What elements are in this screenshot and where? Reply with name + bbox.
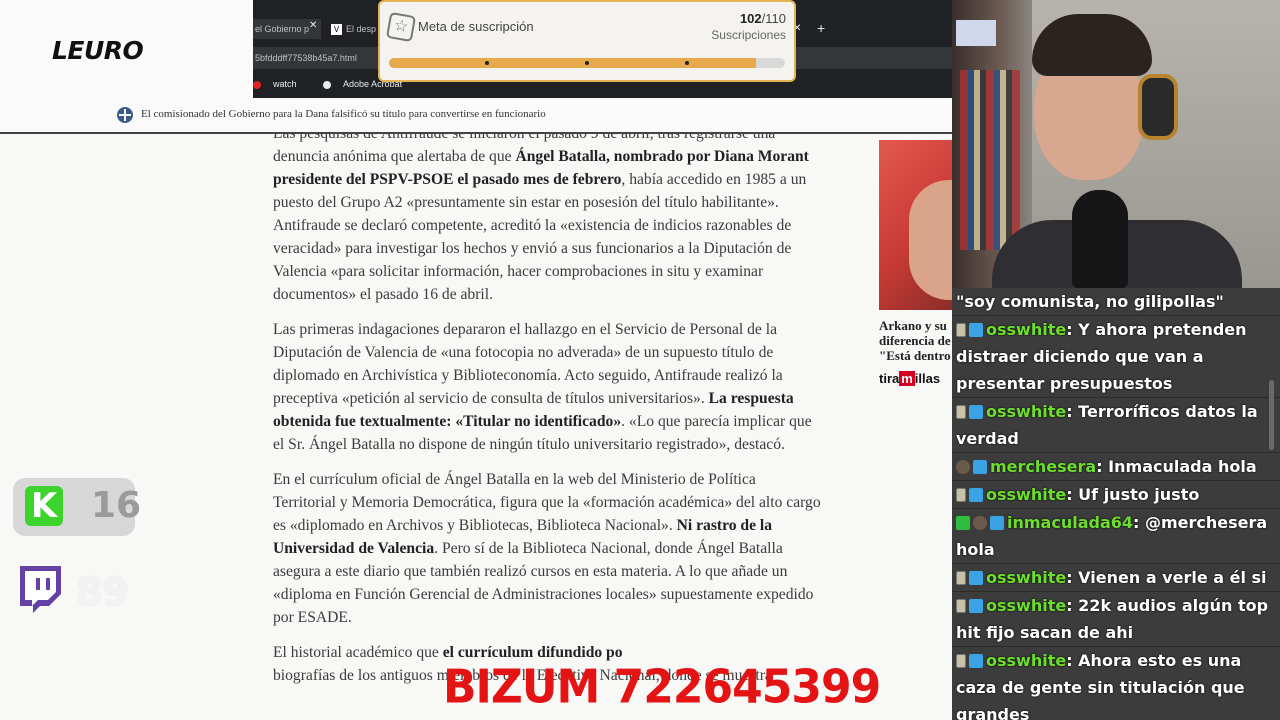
tab-label: el Gobierno p [255,24,310,34]
caption-line: diferencia de edad que hay entre ellos: [879,333,952,348]
avatar-badge-icon [956,460,970,474]
twitch-icon [20,566,61,613]
chat-message: osswhite: 22k audios algún top hit fijo … [952,592,1280,647]
chat-message: inmaculada64: @merchesera hola [952,509,1280,564]
notice-headline: El comisionado del Gobierno para la Dana… [141,108,546,120]
chat-text: "soy comunista, no gilipollas" [956,292,1224,311]
caption-line: Arkano y su [879,318,947,333]
bizum-donation-banner: BIZUM 722645399 [443,660,881,715]
goal-milestone-dot [485,61,489,65]
chat-username[interactable]: inmaculada64 [1007,513,1133,532]
chat-text: : Inmaculada hola [1096,457,1257,476]
goal-current: 102 [739,11,762,26]
webcam-feed [952,0,1280,288]
goal-milestone-dot [585,61,589,65]
sub-badge-icon [969,488,983,502]
sub-badge-icon [969,405,983,419]
tab-label: El desp [346,24,377,34]
chat-scrollbar[interactable] [1269,380,1274,450]
goal-label: Suscripciones [711,28,786,42]
caption-line: "Está dentro [879,348,951,363]
tier-badge-icon [956,654,966,668]
chat-username[interactable]: osswhite [986,320,1066,339]
kick-viewer-count: 16 [91,485,142,526]
goal-progress-bar [389,58,785,68]
article-text-run: , había accedido en 1985 a un puesto del… [273,171,807,303]
goal-milestone-dot [685,61,689,65]
related-article-caption[interactable]: Arkano y su diferencia de edad que hay e… [879,318,952,363]
close-tab-icon[interactable]: ✕ [309,20,317,31]
article-text-run: Las primeras indagaciones depararon el h… [273,321,783,407]
tab-favicon-icon: V [331,24,342,36]
article-paragraph: Las pesquisas de Antifraude se iniciaron… [273,122,821,306]
sub-badge-icon [969,571,983,585]
chat-username[interactable]: osswhite [986,568,1066,587]
channel-logo: LEURO [52,36,144,65]
microphone-icon [1072,190,1128,288]
chat-message: merchesera: Inmaculada hola [952,453,1280,481]
channel-logo-panel: LEURO [0,0,253,98]
sub-badge-icon [973,460,987,474]
mod-badge-icon [956,516,970,530]
goal-title: Meta de suscripción [418,19,534,34]
acrobat-icon [323,80,332,89]
article-text-run: El historial académico que [273,644,443,661]
goal-count: 102/110 [740,11,786,26]
shelf-sign [956,20,996,46]
brand-text: tira [879,371,900,386]
chat-username[interactable]: osswhite [986,402,1066,421]
chat-username[interactable]: osswhite [986,596,1066,615]
chat-username[interactable]: osswhite [986,651,1066,670]
chat-username[interactable]: osswhite [986,485,1066,504]
books [960,70,1020,250]
tier-badge-icon [956,571,966,585]
chat-text: : Vienen a verle a él si [1066,568,1267,587]
article-body: Las pesquisas de Antifraude se iniciaron… [273,122,821,699]
new-tab-icon[interactable]: + [817,20,825,36]
chat-message: osswhite: Y ahora pretenden distraer dic… [952,316,1280,398]
streamer-hair [1032,14,1152,76]
chat-message: osswhite: Uf justo justo [952,481,1280,509]
goal-progress-fill [389,58,757,68]
chat-message: "soy comunista, no gilipollas" [952,288,1280,316]
kick-icon: K [25,486,63,526]
article-paragraph: Las primeras indagaciones depararon el h… [273,318,821,456]
brand-text: illas [914,371,941,386]
sub-badge-icon [969,323,983,337]
globe-icon [117,107,133,123]
chat-message: osswhite: Terroríficos datos la verdad [952,398,1280,453]
chat-panel: "soy comunista, no gilipollas" osswhite: … [952,288,1280,720]
brand-mark: m [899,371,915,386]
tier-badge-icon [956,599,966,613]
thumbnail-person [909,180,952,300]
chat-text: : Uf justo justo [1066,485,1200,504]
sub-badge-icon [990,516,1004,530]
subscription-goal-widget: ☆ Meta de suscripción 102/110 Suscripcio… [378,0,796,82]
avatar-badge-icon [973,516,987,530]
headphones-icon [1138,74,1178,140]
tier-badge-icon [956,405,966,419]
tier-badge-icon [956,323,966,337]
goal-target: /110 [761,11,786,26]
article-bold-run: el currículum difundido po [442,644,623,661]
youtube-icon [253,80,261,89]
chat-message: osswhite: Ahora esto es una caza de gent… [952,647,1280,720]
bookmark-youtube[interactable]: watch [253,79,309,89]
related-article-thumbnail[interactable] [879,140,952,310]
tier-badge-icon [956,488,966,502]
url-text: 5bfdddff77538b45a7.html [255,53,357,63]
chat-message: osswhite: Vienen a verle a él si [952,564,1280,592]
chat-username[interactable]: merchesera [990,457,1096,476]
kick-viewers-widget: K 16 [13,478,141,536]
twitch-viewer-count: 89 [76,570,129,614]
article-paragraph: En el currículum oficial de Ángel Batall… [273,468,821,629]
bookmark-label: watch [273,79,297,89]
sub-badge-icon [969,654,983,668]
tiramillas-logo: tira m illas [879,371,940,386]
star-badge-icon: ☆ [385,11,417,43]
sub-badge-icon [969,599,983,613]
news-notice-bar[interactable]: El comisionado del Gobierno para la Dana… [0,98,952,134]
